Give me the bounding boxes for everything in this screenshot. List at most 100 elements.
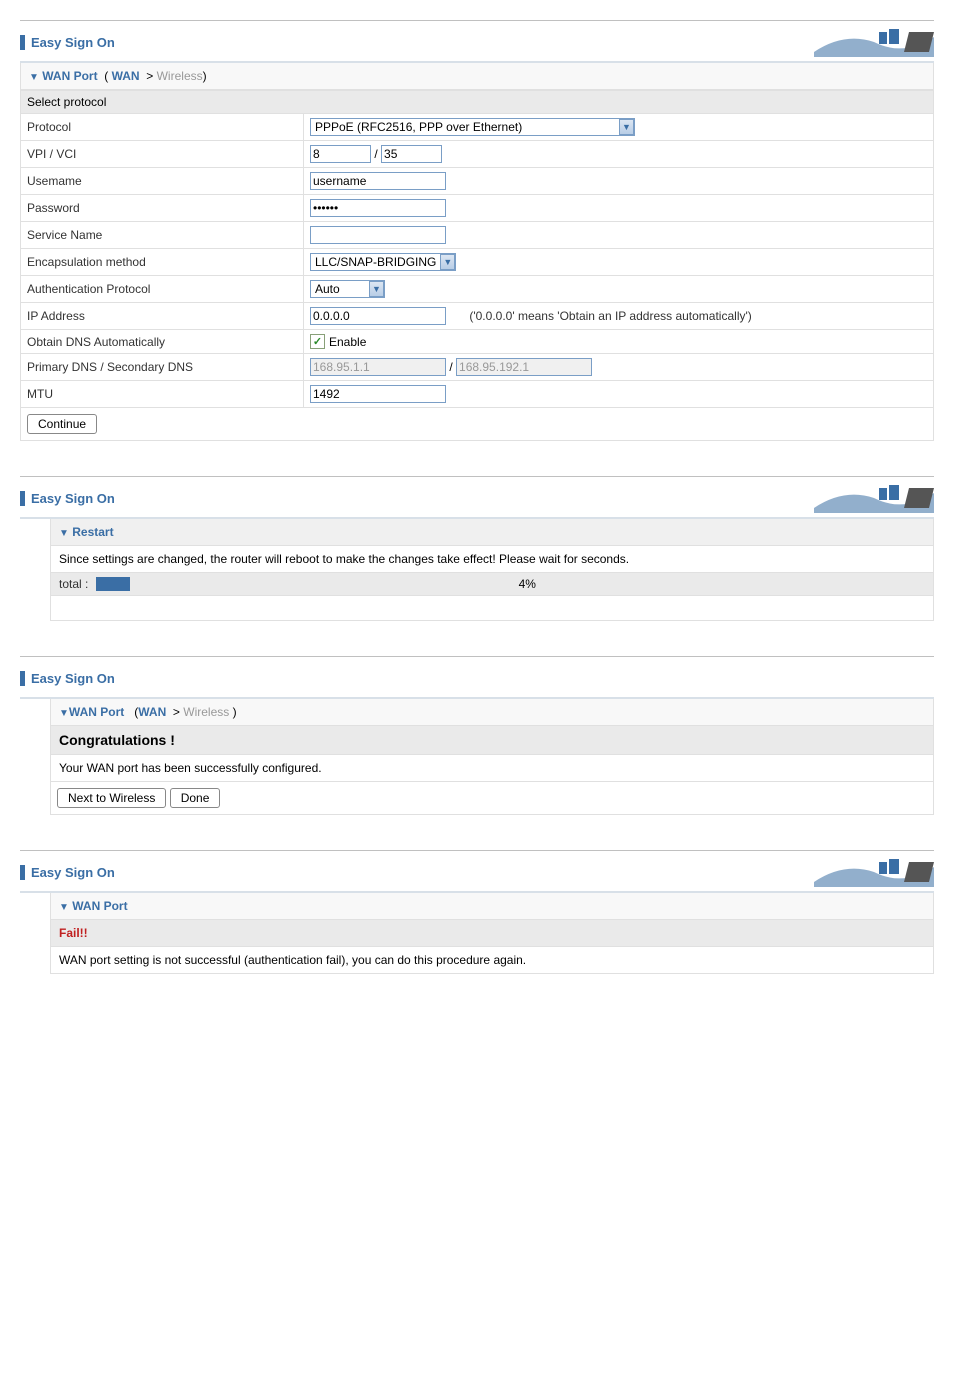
table-row: Primary DNS / Secondary DNS / [21, 354, 934, 381]
fail-content: ▼ WAN Port Fail!! WAN port setting is no… [20, 893, 934, 974]
table-row: VPI / VCI / [21, 141, 934, 168]
panel-header: Easy Sign On [20, 477, 934, 519]
mtu-input[interactable] [310, 385, 446, 403]
table-row: IP Address ('0.0.0.0' means 'Obtain an I… [21, 303, 934, 330]
panel-title: Easy Sign On [20, 865, 115, 880]
progress-percent: 4% [519, 577, 536, 591]
breadcrumb-wireless[interactable]: Wireless [157, 69, 203, 83]
panel-header: Easy Sign On [20, 657, 934, 699]
progress-label: total : [59, 577, 88, 591]
encapsulation-label: Encapsulation method [21, 249, 304, 276]
restart-message: Since settings are changed, the router w… [50, 546, 934, 573]
panel-title: Easy Sign On [20, 671, 115, 686]
obtain-dns-label: Obtain DNS Automatically [21, 330, 304, 354]
enable-checkbox[interactable]: ✓ Enable [310, 334, 366, 349]
fail-message: WAN port setting is not successful (auth… [50, 947, 934, 974]
breadcrumb-wan-port[interactable]: WAN Port [69, 705, 124, 719]
breadcrumb-wan[interactable]: WAN [138, 705, 166, 719]
auth-protocol-value: Auto [311, 281, 369, 297]
protocol-value: PPPoE (RFC2516, PPP over Ethernet) [311, 119, 619, 135]
continue-button[interactable]: Continue [27, 414, 97, 434]
chevron-down-icon: ▼ [29, 72, 39, 83]
checkmark-icon: ✓ [310, 334, 325, 349]
dns-sep: / [449, 360, 452, 374]
table-row: Encapsulation method LLC/SNAP-BRIDGING ▼ [21, 249, 934, 276]
empty-row [50, 596, 934, 621]
password-input[interactable] [310, 199, 446, 217]
breadcrumb-wan-port[interactable]: WAN Port [42, 69, 97, 83]
panel-congrats: Easy Sign On ▼WAN Port (WAN > Wireless )… [20, 656, 934, 815]
panel-restart: Easy Sign On ▼ Restart Since settings ar… [20, 476, 934, 621]
vpi-vci-sep: / [374, 147, 377, 161]
chevron-down-icon: ▼ [440, 254, 455, 270]
panel-title: Easy Sign On [20, 491, 115, 506]
vci-input[interactable] [381, 145, 442, 163]
chevron-down-icon: ▼ [59, 902, 69, 913]
vpi-input[interactable] [310, 145, 371, 163]
breadcrumb: ▼WAN Port (WAN > Wireless ) [50, 699, 934, 726]
vpi-vci-label: VPI / VCI [21, 141, 304, 168]
secondary-dns-input [456, 358, 592, 376]
service-name-label: Service Name [21, 222, 304, 249]
fail-header-row: Fail!! [50, 920, 934, 947]
protocol-label: Protocol [21, 114, 304, 141]
password-label: Password [21, 195, 304, 222]
button-row: Next to Wireless Done [50, 782, 934, 815]
chevron-down-icon: ▼ [59, 708, 69, 719]
congrats-content: ▼WAN Port (WAN > Wireless ) Congratulati… [20, 699, 934, 815]
button-row: Continue [20, 408, 934, 441]
restart-header: Restart [72, 525, 113, 539]
protocol-select[interactable]: PPPoE (RFC2516, PPP over Ethernet) ▼ [310, 118, 635, 136]
ip-address-input[interactable] [310, 307, 446, 325]
brand-logo [814, 27, 934, 57]
brand-logo [814, 857, 934, 887]
next-to-wireless-button[interactable]: Next to Wireless [57, 788, 166, 808]
table-row: Usemame [21, 168, 934, 195]
ip-address-label: IP Address [21, 303, 304, 330]
congrats-message: Your WAN port has been successfully conf… [50, 755, 934, 782]
username-input[interactable] [310, 172, 446, 190]
select-protocol-header: Select protocol [21, 91, 934, 114]
service-name-input[interactable] [310, 226, 446, 244]
ip-address-hint: ('0.0.0.0' means 'Obtain an IP address a… [469, 309, 751, 323]
chevron-down-icon: ▼ [619, 119, 634, 135]
table-row: Protocol PPPoE (RFC2516, PPP over Ethern… [21, 114, 934, 141]
chevron-down-icon: ▼ [369, 281, 384, 297]
brand-logo [814, 483, 934, 513]
breadcrumb-wan[interactable]: WAN [112, 69, 140, 83]
panel-protocol-config: Easy Sign On ▼ WAN Port ( WAN > Wireless… [20, 20, 934, 441]
congrats-header: Congratulations ! [50, 726, 934, 755]
table-row: Password [21, 195, 934, 222]
username-label: Usemame [21, 168, 304, 195]
config-table: Select protocol Protocol PPPoE (RFC2516,… [20, 90, 934, 408]
breadcrumb-wireless[interactable]: Wireless [183, 705, 229, 719]
restart-subheader: ▼ Restart [50, 519, 934, 546]
dns-label: Primary DNS / Secondary DNS [21, 354, 304, 381]
progress-fill [96, 577, 129, 591]
breadcrumb: ▼ WAN Port ( WAN > Wireless) [20, 63, 934, 90]
fail-text: Fail!! [59, 926, 88, 940]
encapsulation-value: LLC/SNAP-BRIDGING [311, 254, 440, 270]
table-row: Service Name [21, 222, 934, 249]
table-row: MTU [21, 381, 934, 408]
progress-row: total : 4% [50, 573, 934, 596]
fail-subheader: ▼ WAN Port [50, 893, 934, 920]
chevron-down-icon: ▼ [59, 528, 69, 539]
restart-content: ▼ Restart Since settings are changed, th… [20, 519, 934, 621]
table-row: Obtain DNS Automatically ✓ Enable [21, 330, 934, 354]
table-row: Authentication Protocol Auto ▼ [21, 276, 934, 303]
auth-protocol-label: Authentication Protocol [21, 276, 304, 303]
panel-header: Easy Sign On [20, 21, 934, 63]
encapsulation-select[interactable]: LLC/SNAP-BRIDGING ▼ [310, 253, 456, 271]
done-button[interactable]: Done [170, 788, 221, 808]
panel-title: Easy Sign On [20, 35, 115, 50]
primary-dns-input [310, 358, 446, 376]
auth-protocol-select[interactable]: Auto ▼ [310, 280, 385, 298]
wan-port-header: WAN Port [72, 899, 127, 913]
panel-header: Easy Sign On [20, 851, 934, 893]
table-group-header: Select protocol [21, 91, 934, 114]
enable-label: Enable [329, 335, 366, 349]
panel-fail: Easy Sign On ▼ WAN Port Fail!! WAN port … [20, 850, 934, 974]
mtu-label: MTU [21, 381, 304, 408]
progress-bar: 4% [96, 577, 925, 591]
